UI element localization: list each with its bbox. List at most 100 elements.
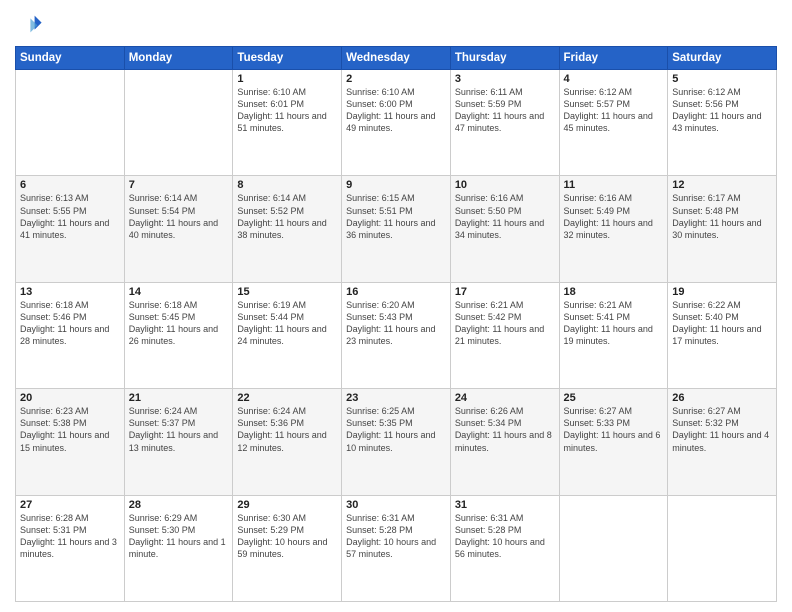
day-number: 20: [20, 392, 120, 404]
day-number: 2: [346, 73, 446, 85]
calendar-cell: 6Sunrise: 6:13 AM Sunset: 5:55 PM Daylig…: [16, 176, 125, 282]
cell-details: Sunrise: 6:24 AM Sunset: 5:37 PM Dayligh…: [129, 405, 229, 454]
calendar-cell: [16, 70, 125, 176]
day-number: 22: [237, 392, 337, 404]
calendar-cell: 2Sunrise: 6:10 AM Sunset: 6:00 PM Daylig…: [342, 70, 451, 176]
calendar-cell: 15Sunrise: 6:19 AM Sunset: 5:44 PM Dayli…: [233, 282, 342, 388]
day-number: 1: [237, 73, 337, 85]
weekday-sunday: Sunday: [16, 47, 125, 70]
cell-details: Sunrise: 6:14 AM Sunset: 5:52 PM Dayligh…: [237, 192, 337, 241]
day-number: 26: [672, 392, 772, 404]
cell-details: Sunrise: 6:13 AM Sunset: 5:55 PM Dayligh…: [20, 192, 120, 241]
cell-details: Sunrise: 6:26 AM Sunset: 5:34 PM Dayligh…: [455, 405, 555, 454]
calendar-cell: 22Sunrise: 6:24 AM Sunset: 5:36 PM Dayli…: [233, 389, 342, 495]
calendar-cell: 9Sunrise: 6:15 AM Sunset: 5:51 PM Daylig…: [342, 176, 451, 282]
week-row-1: 6Sunrise: 6:13 AM Sunset: 5:55 PM Daylig…: [16, 176, 777, 282]
calendar-cell: 16Sunrise: 6:20 AM Sunset: 5:43 PM Dayli…: [342, 282, 451, 388]
calendar-cell: [668, 495, 777, 601]
day-number: 13: [20, 286, 120, 298]
calendar-cell: 7Sunrise: 6:14 AM Sunset: 5:54 PM Daylig…: [124, 176, 233, 282]
calendar-cell: 27Sunrise: 6:28 AM Sunset: 5:31 PM Dayli…: [16, 495, 125, 601]
day-number: 27: [20, 499, 120, 511]
cell-details: Sunrise: 6:27 AM Sunset: 5:33 PM Dayligh…: [564, 405, 664, 454]
day-number: 29: [237, 499, 337, 511]
cell-details: Sunrise: 6:16 AM Sunset: 5:49 PM Dayligh…: [564, 192, 664, 241]
calendar-cell: 21Sunrise: 6:24 AM Sunset: 5:37 PM Dayli…: [124, 389, 233, 495]
calendar-cell: 29Sunrise: 6:30 AM Sunset: 5:29 PM Dayli…: [233, 495, 342, 601]
calendar-cell: 25Sunrise: 6:27 AM Sunset: 5:33 PM Dayli…: [559, 389, 668, 495]
calendar-cell: 12Sunrise: 6:17 AM Sunset: 5:48 PM Dayli…: [668, 176, 777, 282]
calendar-cell: 30Sunrise: 6:31 AM Sunset: 5:28 PM Dayli…: [342, 495, 451, 601]
cell-details: Sunrise: 6:17 AM Sunset: 5:48 PM Dayligh…: [672, 192, 772, 241]
cell-details: Sunrise: 6:14 AM Sunset: 5:54 PM Dayligh…: [129, 192, 229, 241]
cell-details: Sunrise: 6:25 AM Sunset: 5:35 PM Dayligh…: [346, 405, 446, 454]
day-number: 31: [455, 499, 555, 511]
calendar-cell: 1Sunrise: 6:10 AM Sunset: 6:01 PM Daylig…: [233, 70, 342, 176]
calendar-cell: 4Sunrise: 6:12 AM Sunset: 5:57 PM Daylig…: [559, 70, 668, 176]
cell-details: Sunrise: 6:18 AM Sunset: 5:46 PM Dayligh…: [20, 299, 120, 348]
day-number: 19: [672, 286, 772, 298]
calendar-table: SundayMondayTuesdayWednesdayThursdayFrid…: [15, 46, 777, 602]
calendar-cell: 3Sunrise: 6:11 AM Sunset: 5:59 PM Daylig…: [450, 70, 559, 176]
cell-details: Sunrise: 6:19 AM Sunset: 5:44 PM Dayligh…: [237, 299, 337, 348]
day-number: 10: [455, 179, 555, 191]
cell-details: Sunrise: 6:30 AM Sunset: 5:29 PM Dayligh…: [237, 512, 337, 561]
cell-details: Sunrise: 6:21 AM Sunset: 5:41 PM Dayligh…: [564, 299, 664, 348]
calendar-cell: 11Sunrise: 6:16 AM Sunset: 5:49 PM Dayli…: [559, 176, 668, 282]
calendar-cell: 19Sunrise: 6:22 AM Sunset: 5:40 PM Dayli…: [668, 282, 777, 388]
weekday-tuesday: Tuesday: [233, 47, 342, 70]
weekday-wednesday: Wednesday: [342, 47, 451, 70]
weekday-saturday: Saturday: [668, 47, 777, 70]
cell-details: Sunrise: 6:21 AM Sunset: 5:42 PM Dayligh…: [455, 299, 555, 348]
day-number: 23: [346, 392, 446, 404]
day-number: 15: [237, 286, 337, 298]
cell-details: Sunrise: 6:28 AM Sunset: 5:31 PM Dayligh…: [20, 512, 120, 561]
header: [15, 10, 777, 38]
calendar-cell: 28Sunrise: 6:29 AM Sunset: 5:30 PM Dayli…: [124, 495, 233, 601]
calendar-cell: 18Sunrise: 6:21 AM Sunset: 5:41 PM Dayli…: [559, 282, 668, 388]
day-number: 17: [455, 286, 555, 298]
calendar-cell: [559, 495, 668, 601]
logo: [15, 10, 47, 38]
calendar-cell: 8Sunrise: 6:14 AM Sunset: 5:52 PM Daylig…: [233, 176, 342, 282]
weekday-friday: Friday: [559, 47, 668, 70]
day-number: 14: [129, 286, 229, 298]
week-row-2: 13Sunrise: 6:18 AM Sunset: 5:46 PM Dayli…: [16, 282, 777, 388]
day-number: 28: [129, 499, 229, 511]
cell-details: Sunrise: 6:23 AM Sunset: 5:38 PM Dayligh…: [20, 405, 120, 454]
day-number: 6: [20, 179, 120, 191]
cell-details: Sunrise: 6:22 AM Sunset: 5:40 PM Dayligh…: [672, 299, 772, 348]
cell-details: Sunrise: 6:11 AM Sunset: 5:59 PM Dayligh…: [455, 86, 555, 135]
day-number: 11: [564, 179, 664, 191]
day-number: 8: [237, 179, 337, 191]
cell-details: Sunrise: 6:31 AM Sunset: 5:28 PM Dayligh…: [455, 512, 555, 561]
day-number: 4: [564, 73, 664, 85]
day-number: 16: [346, 286, 446, 298]
day-number: 5: [672, 73, 772, 85]
cell-details: Sunrise: 6:10 AM Sunset: 6:01 PM Dayligh…: [237, 86, 337, 135]
calendar-cell: 20Sunrise: 6:23 AM Sunset: 5:38 PM Dayli…: [16, 389, 125, 495]
cell-details: Sunrise: 6:16 AM Sunset: 5:50 PM Dayligh…: [455, 192, 555, 241]
cell-details: Sunrise: 6:15 AM Sunset: 5:51 PM Dayligh…: [346, 192, 446, 241]
calendar-cell: 10Sunrise: 6:16 AM Sunset: 5:50 PM Dayli…: [450, 176, 559, 282]
cell-details: Sunrise: 6:31 AM Sunset: 5:28 PM Dayligh…: [346, 512, 446, 561]
cell-details: Sunrise: 6:24 AM Sunset: 5:36 PM Dayligh…: [237, 405, 337, 454]
calendar-cell: 5Sunrise: 6:12 AM Sunset: 5:56 PM Daylig…: [668, 70, 777, 176]
weekday-header-row: SundayMondayTuesdayWednesdayThursdayFrid…: [16, 47, 777, 70]
calendar-cell: 17Sunrise: 6:21 AM Sunset: 5:42 PM Dayli…: [450, 282, 559, 388]
day-number: 30: [346, 499, 446, 511]
cell-details: Sunrise: 6:18 AM Sunset: 5:45 PM Dayligh…: [129, 299, 229, 348]
calendar-cell: 24Sunrise: 6:26 AM Sunset: 5:34 PM Dayli…: [450, 389, 559, 495]
day-number: 18: [564, 286, 664, 298]
logo-icon: [15, 10, 43, 38]
calendar-cell: 23Sunrise: 6:25 AM Sunset: 5:35 PM Dayli…: [342, 389, 451, 495]
calendar-cell: 31Sunrise: 6:31 AM Sunset: 5:28 PM Dayli…: [450, 495, 559, 601]
cell-details: Sunrise: 6:20 AM Sunset: 5:43 PM Dayligh…: [346, 299, 446, 348]
day-number: 3: [455, 73, 555, 85]
calendar-cell: [124, 70, 233, 176]
calendar-cell: 13Sunrise: 6:18 AM Sunset: 5:46 PM Dayli…: [16, 282, 125, 388]
weekday-thursday: Thursday: [450, 47, 559, 70]
day-number: 25: [564, 392, 664, 404]
day-number: 9: [346, 179, 446, 191]
day-number: 24: [455, 392, 555, 404]
